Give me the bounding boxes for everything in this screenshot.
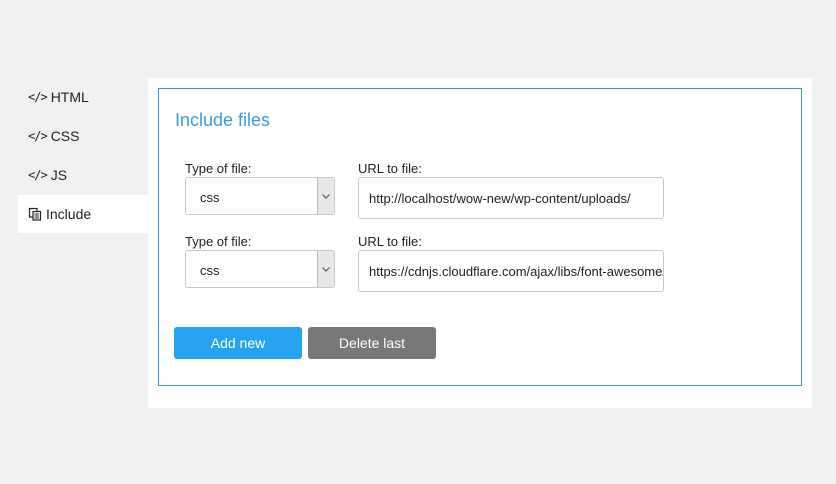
file-type-value: css [200, 190, 220, 205]
copy-icon [28, 207, 42, 221]
delete-last-button[interactable]: Delete last [308, 327, 436, 359]
code-icon: </> [28, 90, 48, 104]
tab-js[interactable]: </> JS [18, 156, 148, 194]
type-of-file-label: Type of file: [185, 161, 252, 176]
url-to-file-label: URL to file: [358, 161, 422, 176]
tab-html[interactable]: </> HTML [18, 78, 148, 116]
add-new-button[interactable]: Add new [174, 327, 302, 359]
tab-js-label: JS [50, 167, 68, 183]
tab-include[interactable]: Include [18, 195, 148, 233]
include-panel: Include files Type of file: css URL to f… [148, 78, 812, 408]
chevron-down-icon[interactable] [317, 178, 334, 214]
file-type-select[interactable]: css [185, 250, 335, 288]
tab-css[interactable]: </> CSS [18, 117, 148, 155]
file-type-value: css [200, 263, 220, 278]
type-of-file-label: Type of file: [185, 234, 252, 249]
tab-html-label: HTML [50, 89, 89, 105]
url-input[interactable]: http://localhost/wow-new/wp-content/uplo… [358, 177, 664, 219]
url-to-file-label: URL to file: [358, 234, 422, 249]
chevron-down-icon[interactable] [317, 251, 334, 287]
code-icon: </> [28, 168, 48, 182]
url-input[interactable]: https://cdnjs.cloudflare.com/ajax/libs/f… [358, 250, 664, 292]
code-icon: </> [28, 129, 48, 143]
url-value: http://localhost/wow-new/wp-content/uplo… [369, 191, 631, 206]
url-value: https://cdnjs.cloudflare.com/ajax/libs/f… [369, 264, 664, 279]
panel-title: Include files [175, 110, 271, 130]
tab-include-label: Include [46, 206, 92, 222]
file-type-select[interactable]: css [185, 177, 335, 215]
include-files-box: Include files Type of file: css URL to f… [158, 88, 802, 386]
tab-css-label: CSS [50, 128, 80, 144]
tab-list: </> HTML </> CSS </> JS Include [18, 78, 148, 234]
